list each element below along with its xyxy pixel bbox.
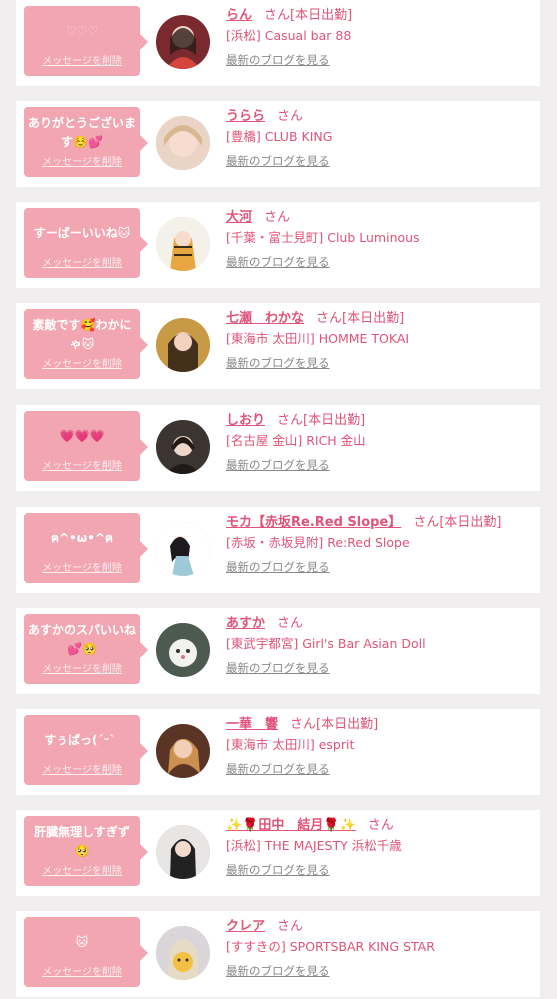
status-badge: [本日出勤] xyxy=(342,311,405,326)
avatar[interactable] xyxy=(156,217,210,271)
cast-name-link[interactable]: クレア xyxy=(226,919,265,934)
cast-name-link[interactable]: 七瀬 わかな xyxy=(226,311,304,326)
message-card: 素敵です🥰わかにゃ🐱 メッセージを削除 七瀬 わかな さん[本日出勤] [東海市 … xyxy=(16,303,540,389)
honorific: さん xyxy=(290,717,317,732)
shop-name: [東武宇都宮] Girl's Bar Asian Doll xyxy=(226,636,426,651)
message-text: 🐱 xyxy=(75,935,89,949)
message-text: すーばーいいね🐱 xyxy=(33,226,131,240)
honorific: さん xyxy=(316,311,343,326)
shop-name: [東海市 太田川] HOMME TOKAI xyxy=(226,331,410,346)
avatar[interactable] xyxy=(156,724,210,778)
message-card: 🐱 メッセージを削除 クレア さん [すすきの] SPORTSBAR KING S… xyxy=(16,911,540,997)
honorific: さん xyxy=(277,616,304,631)
latest-blog-link[interactable]: 最新のブログを見る xyxy=(226,761,330,777)
message-bubble: ありがとうございます☺️💕 メッセージを削除 xyxy=(24,107,148,177)
message-bubble: すぅぱっ(ˊᵕˋ ‪‪ メッセージを削除 xyxy=(24,715,148,785)
avatar[interactable] xyxy=(156,318,210,372)
delete-message-link[interactable]: メッセージを削除 xyxy=(24,761,140,776)
shop-name: [赤坂・赤坂見附] Re:Red Slope xyxy=(226,535,410,550)
latest-blog-link[interactable]: 最新のブログを見る xyxy=(226,254,330,270)
honorific: さん xyxy=(277,109,304,124)
avatar[interactable] xyxy=(156,926,210,980)
latest-blog-link[interactable]: 最新のブログを見る xyxy=(226,862,330,878)
message-bubble: ฅ^•ω•^ฅ メッセージを削除 xyxy=(24,513,148,583)
cast-name-link[interactable]: モカ【赤坂Re.Red Slope】 xyxy=(226,515,401,530)
message-text: すぅぱっ(ˊᵕˋ ‪‪ xyxy=(44,733,120,747)
honorific: さん xyxy=(264,8,291,23)
message-text: あすかのスパいいね💕🥺 xyxy=(28,623,137,656)
latest-blog-link[interactable]: 最新のブログを見る xyxy=(226,457,330,473)
shop-name: [浜松] THE MAJESTY 浜松千歳 xyxy=(226,838,402,853)
message-text: ฅ^•ω•^ฅ xyxy=(51,531,113,545)
status-badge: [本日出勤] xyxy=(290,8,353,23)
honorific: さん xyxy=(277,413,304,428)
message-text: 素敵です🥰わかにゃ🐱 xyxy=(32,318,132,351)
status-badge: [本日出勤] xyxy=(316,717,379,732)
message-text: 肝臓無理しすぎず🥺 xyxy=(34,825,130,858)
delete-message-link[interactable]: メッセージを削除 xyxy=(24,660,140,675)
shop-name: [浜松] Casual bar 88 xyxy=(226,28,352,43)
message-bubble: すーばーいいね🐱 メッセージを削除 xyxy=(24,208,148,278)
avatar[interactable] xyxy=(156,825,210,879)
avatar[interactable] xyxy=(156,522,210,576)
delete-message-link[interactable]: メッセージを削除 xyxy=(24,254,140,269)
delete-message-link[interactable]: メッセージを削除 xyxy=(24,559,140,574)
cast-name-link[interactable]: らん xyxy=(226,8,252,23)
delete-message-link[interactable]: メッセージを削除 xyxy=(24,457,140,472)
honorific: さん xyxy=(264,210,291,225)
message-card: すぅぱっ(ˊᵕˋ ‪‪ メッセージを削除 一華 響さん[本日出勤] [東海市 太… xyxy=(16,709,540,795)
delete-message-link[interactable]: メッセージを削除 xyxy=(24,862,140,877)
avatar[interactable] xyxy=(156,116,210,170)
shop-name: [千葉・富士見町] Club Luminous xyxy=(226,230,420,245)
message-card: ฅ^•ω•^ฅ メッセージを削除 モカ【赤坂Re.Red Slope】 さん[本日… xyxy=(16,507,540,593)
avatar[interactable] xyxy=(156,420,210,474)
delete-message-link[interactable]: メッセージを削除 xyxy=(24,52,140,67)
message-list: ♡♡♡ メッセージを削除 らん さん[本日出勤] [浜松] Casual bar … xyxy=(0,0,557,999)
latest-blog-link[interactable]: 最新のブログを見る xyxy=(226,559,330,575)
cast-name-link[interactable]: うらら xyxy=(226,109,265,124)
message-text: ♡♡♡ xyxy=(65,24,99,38)
latest-blog-link[interactable]: 最新のブログを見る xyxy=(226,153,330,169)
latest-blog-link[interactable]: 最新のブログを見る xyxy=(226,355,330,371)
shop-name: [東海市 太田川] esprit xyxy=(226,737,355,752)
message-bubble: 💗💗💗 メッセージを削除 xyxy=(24,411,148,481)
cast-name-link[interactable]: しおり xyxy=(226,413,265,428)
status-badge: [本日出勤] xyxy=(439,515,502,530)
latest-blog-link[interactable]: 最新のブログを見る xyxy=(226,963,330,979)
message-card: あすかのスパいいね💕🥺 メッセージを削除 あすか さん [東武宇都宮] Girl'… xyxy=(16,608,540,694)
shop-name: [すすきの] SPORTSBAR KING STAR xyxy=(226,939,435,954)
cast-name-link[interactable]: あすか xyxy=(226,616,265,631)
status-badge: [本日出勤] xyxy=(303,413,366,428)
message-card: ありがとうございます☺️💕 メッセージを削除 うらら さん [豊橋] CLUB K… xyxy=(16,101,540,187)
honorific: さん xyxy=(413,515,440,530)
message-bubble: ♡♡♡ メッセージを削除 xyxy=(24,6,148,76)
delete-message-link[interactable]: メッセージを削除 xyxy=(24,963,140,978)
delete-message-link[interactable]: メッセージを削除 xyxy=(24,153,140,168)
message-card: 肝臓無理しすぎず🥺 メッセージを削除 ✨🌹田中 結月🌹✨ さん [浜松] THE … xyxy=(16,810,540,896)
latest-blog-link[interactable]: 最新のブログを見る xyxy=(226,52,330,68)
message-text: ありがとうございます☺️💕 xyxy=(28,116,137,149)
message-bubble: 肝臓無理しすぎず🥺 メッセージを削除 xyxy=(24,816,148,886)
message-card: ♡♡♡ メッセージを削除 らん さん[本日出勤] [浜松] Casual bar … xyxy=(16,0,540,86)
cast-name-link[interactable]: ✨🌹田中 結月🌹✨ xyxy=(226,818,356,833)
message-bubble: あすかのスパいいね💕🥺 メッセージを削除 xyxy=(24,614,148,684)
cast-name-link[interactable]: 一華 響 xyxy=(226,717,278,732)
shop-name: [名古屋 金山] RICH 金山 xyxy=(226,433,366,448)
delete-message-link[interactable]: メッセージを削除 xyxy=(24,355,140,370)
message-card: 💗💗💗 メッセージを削除 しおり さん[本日出勤] [名古屋 金山] RICH 金… xyxy=(16,405,540,491)
honorific: さん xyxy=(277,919,304,934)
cast-name-link[interactable]: 大河 xyxy=(226,210,252,225)
shop-name: [豊橋] CLUB KING xyxy=(226,129,333,144)
message-bubble: 素敵です🥰わかにゃ🐱 メッセージを削除 xyxy=(24,309,148,379)
avatar[interactable] xyxy=(156,623,210,677)
message-text: 💗💗💗 xyxy=(59,429,105,443)
avatar[interactable] xyxy=(156,15,210,69)
message-card: すーばーいいね🐱 メッセージを削除 大河 さん [千葉・富士見町] Club Lu… xyxy=(16,202,540,288)
message-bubble: 🐱 メッセージを削除 xyxy=(24,917,148,987)
latest-blog-link[interactable]: 最新のブログを見る xyxy=(226,660,330,676)
honorific: さん xyxy=(367,818,394,833)
